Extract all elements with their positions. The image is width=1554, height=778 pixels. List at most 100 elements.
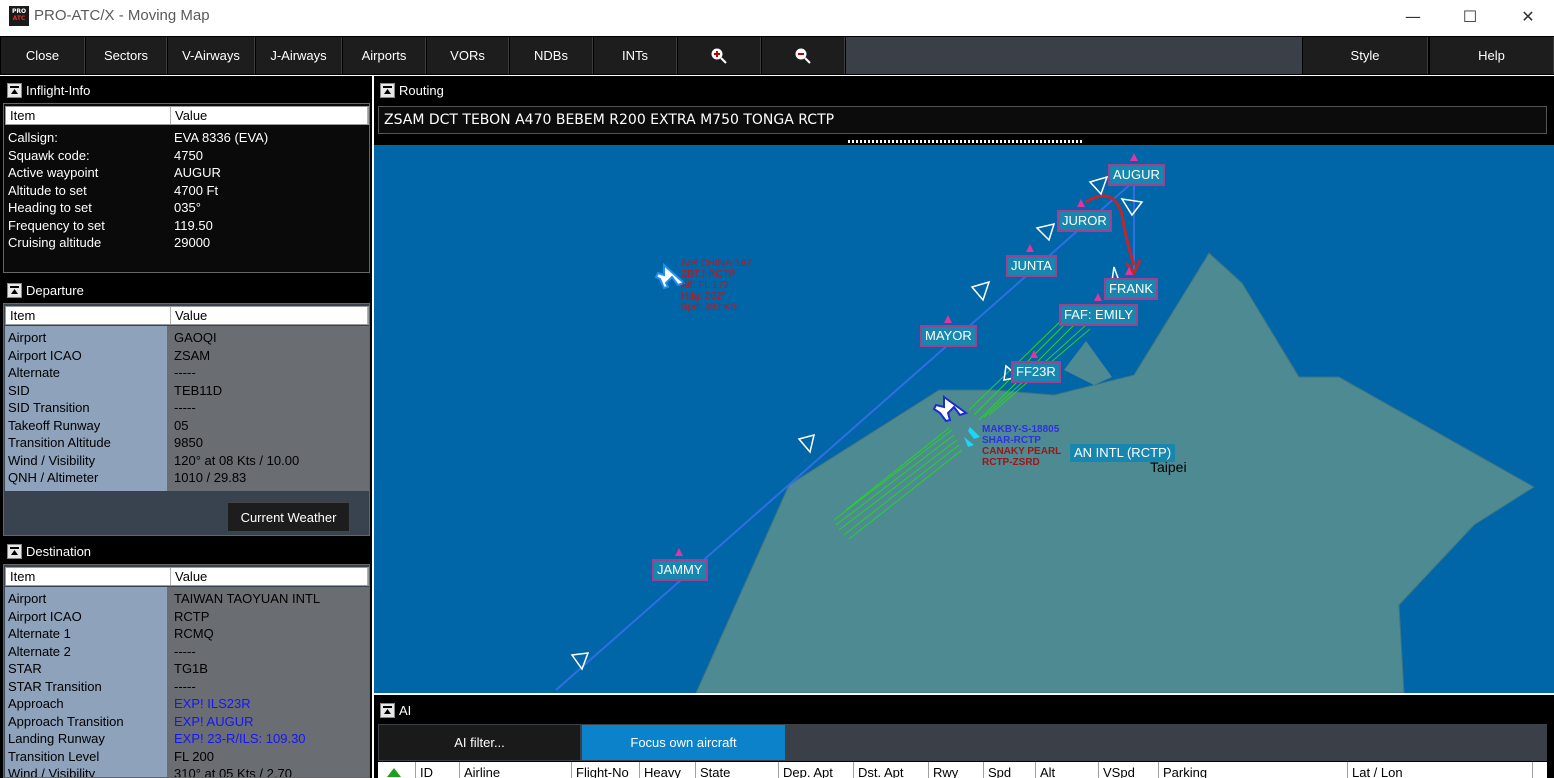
row-item: Airport <box>8 591 47 606</box>
j-airways-button[interactable]: J-Airways <box>256 37 342 74</box>
row-value: 035° <box>174 200 201 215</box>
row-value: ----- <box>174 400 196 415</box>
row-item: Wind / Visibility <box>8 766 96 778</box>
airports-button[interactable]: Airports <box>343 37 426 74</box>
col-rwy[interactable]: Rwy <box>929 762 984 778</box>
row-value: TEB11D <box>174 382 223 398</box>
row-value: 119.50 <box>174 217 213 233</box>
row-item: Alternate 1 <box>8 626 71 641</box>
row-item: Landing Runway <box>8 731 105 746</box>
ndbs-button[interactable]: NDBs <box>510 37 593 74</box>
info-row: STAR Transition ----- <box>4 678 369 696</box>
row-value: 120° at 08 Kts / 10.00 <box>174 452 300 468</box>
info-row: Wind / Visibility 310° at 05 Kts / 2.70 <box>4 765 369 778</box>
splitter-handle[interactable] <box>848 140 1082 143</box>
zoom-in-button[interactable] <box>678 37 761 74</box>
panel-title: AI <box>399 702 412 718</box>
col-item: Item <box>6 307 171 324</box>
col-dst-apt[interactable]: Dst. Apt <box>854 762 929 778</box>
waypoint-label-faf-emily[interactable]: FAF: EMILY <box>1059 304 1139 326</box>
row-item: Alternate 2 <box>8 643 71 659</box>
info-row: Frequency to set 119.50 <box>4 217 369 235</box>
sort-icon[interactable] <box>378 762 416 778</box>
row-item: Transition Level <box>8 748 100 764</box>
collapse-icon[interactable] <box>7 282 22 298</box>
focus-own-aircraft-button[interactable]: Focus own aircraft <box>582 725 785 760</box>
row-value: 9850 <box>174 435 203 450</box>
info-row: Airport GAOQI <box>4 329 369 347</box>
app-logo-icon: PRO ATC <box>9 6 29 26</box>
row-value: 310° at 05 Kts / 2.70 <box>174 766 292 778</box>
col-flight-no[interactable]: Flight-No <box>572 762 640 778</box>
ground-label: MAKBY-S-18805 <box>982 424 1060 435</box>
collapse-icon[interactable] <box>380 82 395 98</box>
close-button[interactable]: Close <box>1 37 85 74</box>
zoom-out-button[interactable] <box>762 37 845 74</box>
info-row: Alternate 1 RCMQ <box>4 625 369 643</box>
row-item: SID Transition <box>8 400 90 415</box>
ground-label: CANAKY PEARL <box>982 446 1062 457</box>
collapse-icon[interactable] <box>7 543 22 559</box>
col-state[interactable]: State <box>696 762 779 778</box>
row-item: Alternate <box>8 365 61 380</box>
col-alt[interactable]: Alt <box>1036 762 1099 778</box>
row-item: Takeoff Runway <box>8 417 101 433</box>
help-button[interactable]: Help <box>1430 37 1554 74</box>
window-title: PRO-ATC/X - Moving Map <box>34 7 210 24</box>
v-airways-button[interactable]: V-Airways <box>168 37 255 74</box>
info-row: QNH / Altimeter 1010 / 29.83 <box>4 469 369 487</box>
waypoint-label-jammy[interactable]: JAMMY <box>652 559 708 581</box>
waypoint-label-frank[interactable]: FRANK <box>1104 278 1159 300</box>
close-window-button[interactable]: ✕ <box>1500 0 1554 33</box>
col-value: Value <box>171 107 368 124</box>
moving-map[interactable] <box>374 145 1554 693</box>
inflight-panel-header: Inflight-Info <box>3 79 370 101</box>
row-item: SID <box>8 382 30 398</box>
collapse-icon[interactable] <box>380 702 395 718</box>
maximize-button[interactable]: ☐ <box>1442 0 1498 33</box>
info-row: Cruising altitude 29000 <box>4 234 369 252</box>
info-row: Active waypoint AUGUR <box>4 164 369 182</box>
col-lat-lon[interactable]: Lat / Lon <box>1348 762 1533 778</box>
ai-panel-header: AI <box>376 699 1548 721</box>
departure-rows: Airport GAOQI Airport ICAO ZSAM Alternate ---… <box>4 329 369 489</box>
vors-button[interactable]: VORs <box>427 37 509 74</box>
row-item: Squawk code: <box>8 147 90 163</box>
style-button[interactable]: Style <box>1303 37 1428 74</box>
row-item: Airport <box>8 330 47 345</box>
col-vspd[interactable]: VSpd <box>1099 762 1159 778</box>
info-row: SID TEB11D <box>4 382 369 400</box>
info-row: Airport ICAO RCTP <box>4 608 369 626</box>
destination-rows: Airport TAIWAN TAOYUAN INTL Airport ICAO RC… <box>4 590 369 778</box>
panel-title: Routing <box>399 82 444 98</box>
ai-filter-button[interactable]: AI filter... <box>379 725 580 760</box>
col-dep-apt[interactable]: Dep. Apt <box>779 762 854 778</box>
minimize-button[interactable]: — <box>1385 0 1441 33</box>
col-heavy[interactable]: Heavy <box>640 762 696 778</box>
col-spd[interactable]: Spd <box>984 762 1036 778</box>
waypoint-label-juror[interactable]: JUROR <box>1057 210 1112 232</box>
col-airline[interactable]: Airline <box>460 762 572 778</box>
info-row: Takeoff Runway 05 <box>4 417 369 435</box>
row-item: STAR <box>8 661 42 676</box>
current-weather-button[interactable]: Current Weather <box>227 502 350 532</box>
waypoint-label-mayor[interactable]: MAYOR <box>920 325 977 347</box>
sectors-button[interactable]: Sectors <box>86 37 167 74</box>
collapse-icon[interactable] <box>7 82 22 98</box>
waypoint-label-ff23r[interactable]: FF23R <box>1011 361 1061 383</box>
row-item: Approach Transition <box>8 713 124 729</box>
info-row: Alternate ----- <box>4 364 369 382</box>
col-id[interactable]: ID <box>416 762 460 778</box>
row-value: 05 <box>174 417 189 433</box>
waypoint-label-junta[interactable]: JUNTA <box>1006 255 1057 277</box>
info-row: Wind / Visibility 120° at 08 Kts / 10.00 <box>4 452 369 470</box>
info-row: Transition Level FL 200 <box>4 748 369 766</box>
ints-button[interactable]: INTs <box>594 37 677 74</box>
info-row: Transition Altitude 9850 <box>4 434 369 452</box>
row-value: EVA 8336 (EVA) <box>174 130 269 145</box>
row-value: 4750 <box>174 147 203 163</box>
info-row: Callsign: EVA 8336 (EVA) <box>4 129 369 147</box>
waypoint-label-augur[interactable]: AUGUR <box>1108 164 1165 186</box>
route-string[interactable]: ZSAM DCT TEBON A470 BEBEM R200 EXTRA M75… <box>378 106 1547 134</box>
col-parking[interactable]: Parking <box>1159 762 1348 778</box>
